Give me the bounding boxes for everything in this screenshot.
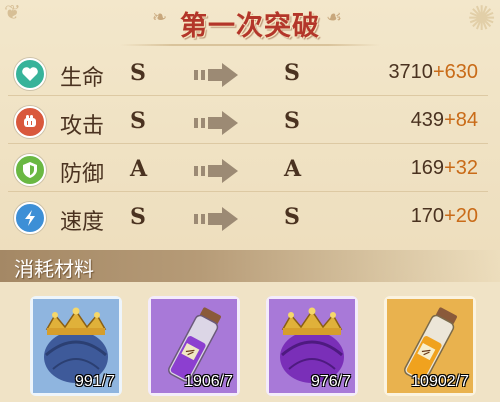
fist-icon <box>14 106 46 138</box>
stat-value: 439+84 <box>410 109 478 131</box>
materials-list: 991/7 1906/7 976/7 10902/7 <box>0 282 500 402</box>
stat-value: 170+20 <box>410 205 478 227</box>
grade-after: S <box>284 204 300 230</box>
banner-flourish-icon: ❧ <box>152 7 168 28</box>
arrow-right-icon <box>194 111 238 135</box>
breakthrough-panel: ❦ ✺ ❧ 第一次突破 ☙ 生命 S S 3710+630 攻击 S S 439… <box>0 0 500 402</box>
shield-icon <box>14 154 46 186</box>
material-slot-crown-purple[interactable]: 976/7 <box>266 296 358 396</box>
stat-bonus: +630 <box>432 61 478 83</box>
title-banner: ❧ 第一次突破 ☙ <box>150 3 350 43</box>
title-divider <box>120 44 380 46</box>
stat-row-defense: 防御 A A 169+32 <box>8 148 488 192</box>
corner-ornament-icon: ✺ <box>467 0 497 39</box>
grade-before: A <box>130 156 148 182</box>
grade-before: S <box>130 108 146 134</box>
heart-icon <box>14 58 46 90</box>
grade-after: A <box>284 156 302 182</box>
stat-label: 攻击 <box>60 114 105 139</box>
material-count: 991/7 <box>74 373 115 390</box>
materials-title: 消耗材料 <box>14 257 94 281</box>
grade-after: S <box>284 108 300 134</box>
lightning-icon <box>14 202 46 234</box>
arrow-right-icon <box>194 159 238 183</box>
stat-bonus: +84 <box>444 109 478 131</box>
corner-ornament-icon: ❦ <box>4 0 21 24</box>
material-count: 10902/7 <box>411 373 469 390</box>
arrow-right-icon <box>194 63 238 87</box>
grade-before: S <box>130 204 146 230</box>
stat-row-speed: 速度 S S 170+20 <box>8 196 488 240</box>
material-count: 1906/7 <box>184 373 233 390</box>
arrow-right-icon <box>194 207 238 231</box>
material-slot-potion-orange[interactable]: 10902/7 <box>384 296 476 396</box>
material-count: 976/7 <box>310 373 351 390</box>
material-slot-crown-blue[interactable]: 991/7 <box>30 296 122 396</box>
stat-row-hp: 生命 S S 3710+630 <box>8 52 488 96</box>
banner-flourish-icon: ☙ <box>326 7 343 28</box>
stat-row-attack: 攻击 S S 439+84 <box>8 100 488 144</box>
stat-label: 生命 <box>60 66 105 91</box>
grade-after: S <box>284 60 300 86</box>
page-title: 第一次突破 <box>180 10 320 42</box>
materials-header: 消耗材料 <box>0 250 500 282</box>
stat-bonus: +32 <box>444 157 478 179</box>
stat-label: 速度 <box>60 210 105 235</box>
material-slot-potion-purple[interactable]: 1906/7 <box>148 296 240 396</box>
stat-bonus: +20 <box>444 205 478 227</box>
stat-value: 169+32 <box>410 157 478 179</box>
stat-label: 防御 <box>60 162 105 187</box>
stat-value: 3710+630 <box>388 61 478 83</box>
grade-before: S <box>130 60 146 86</box>
